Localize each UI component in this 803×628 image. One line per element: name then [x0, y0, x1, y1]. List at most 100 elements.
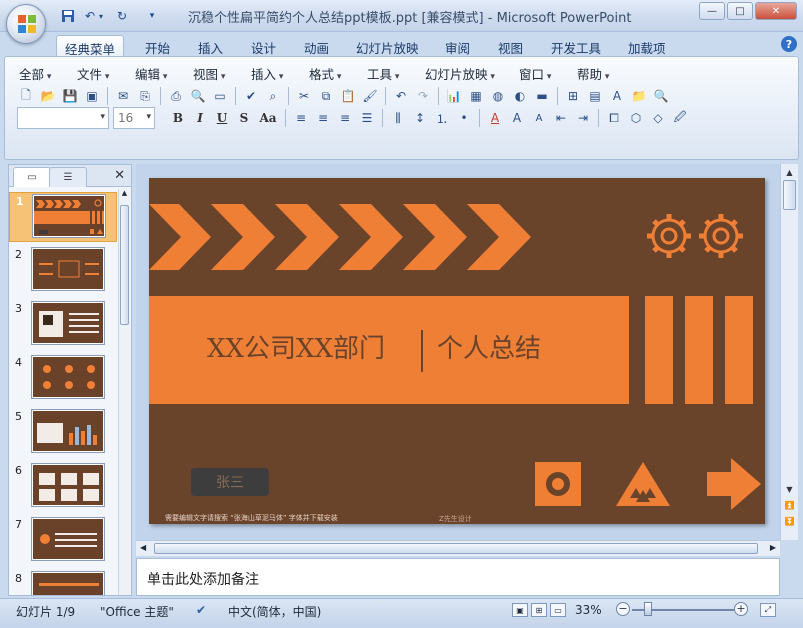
zoom-slider-handle[interactable] — [644, 602, 652, 616]
permission-icon[interactable]: ✉ — [112, 85, 134, 107]
globe-icon[interactable]: ◍ — [487, 85, 509, 107]
undo-dropdown-icon[interactable]: ▾ — [96, 6, 106, 26]
slide-thumbnail-3[interactable]: 3 — [9, 300, 117, 350]
tab-addins[interactable]: 加载项 — [620, 35, 674, 56]
tab-slides[interactable]: ▭ — [13, 167, 51, 187]
find-icon[interactable]: 🔍 — [650, 85, 672, 107]
menu-tools[interactable]: 工具 — [367, 64, 399, 83]
next-slide-icon[interactable]: ⏬ — [782, 514, 797, 528]
attach-icon[interactable]: ⎘ — [134, 85, 156, 107]
theme-name[interactable]: "Office 主题" — [100, 603, 174, 620]
paste-icon[interactable]: 📋 — [337, 85, 359, 107]
previous-slide-icon[interactable]: ⏫ — [782, 498, 797, 512]
align-right-icon[interactable]: ≡ — [334, 107, 356, 129]
format-painter-icon[interactable]: 🖌 — [359, 85, 381, 107]
help-icon[interactable]: ? — [781, 36, 797, 52]
slide-sorter-icon[interactable]: ⊞ — [531, 603, 547, 617]
italic-button[interactable]: I — [189, 107, 211, 129]
spelling-check-icon[interactable]: ✔ — [196, 603, 206, 617]
scroll-right-icon[interactable]: ▶ — [770, 543, 776, 552]
change-case-button[interactable]: Aa — [255, 107, 281, 129]
bullets-icon[interactable]: • — [453, 107, 475, 129]
slide-horizontal-scrollbar[interactable]: ◀ ▶ — [136, 540, 780, 556]
grayscale-icon[interactable]: ◐ — [509, 85, 531, 107]
new-icon[interactable]: 🗋 — [15, 85, 37, 107]
minimize-button[interactable]: — — [699, 2, 725, 20]
numbering-icon[interactable]: ⒈ — [431, 107, 453, 129]
shadow-button[interactable]: S — [233, 107, 255, 129]
tab-outline[interactable]: ☰ — [49, 167, 87, 187]
scroll-thumb[interactable] — [120, 205, 129, 325]
folder-icon[interactable]: 📁 — [628, 85, 650, 107]
color-icon[interactable]: ▬ — [531, 85, 553, 107]
scroll-up-icon[interactable]: ▲ — [119, 189, 130, 201]
decrease-indent-icon[interactable]: ⇤ — [550, 107, 572, 129]
font-color-icon[interactable]: A — [484, 107, 506, 129]
open-icon[interactable]: 📂 — [37, 85, 59, 107]
menu-file[interactable]: 文件 — [77, 64, 109, 83]
slide-thumbnail-1[interactable]: 1 — [9, 192, 117, 242]
slideshow-icon[interactable]: ▭ — [550, 603, 566, 617]
scroll-left-icon[interactable]: ◀ — [140, 543, 146, 552]
chart-icon[interactable]: 📊 — [443, 85, 465, 107]
slide-credit[interactable]: Z先生设计 — [439, 514, 472, 524]
menu-insert[interactable]: 插入 — [251, 64, 283, 83]
tab-home[interactable]: 开始 — [137, 35, 178, 56]
scroll-thumb[interactable] — [783, 180, 796, 210]
menu-all[interactable]: 全部 — [19, 64, 51, 83]
menu-slideshow[interactable]: 幻灯片放映 — [425, 64, 495, 83]
copy-icon[interactable]: ⧉ — [315, 85, 337, 107]
zoom-out-icon[interactable]: − — [616, 602, 630, 616]
menu-window[interactable]: 窗口 — [519, 64, 551, 83]
customize-qat-icon[interactable]: ▾ — [142, 6, 162, 26]
research-icon[interactable]: ⌕ — [262, 85, 284, 107]
notes-pane[interactable]: 单击此处添加备注 — [136, 558, 780, 596]
shapes-icon[interactable]: ⬡ — [625, 107, 647, 129]
presenter-name[interactable]: 张三 — [191, 468, 269, 496]
tab-insert[interactable]: 插入 — [190, 35, 231, 56]
redo-icon[interactable]: ↻ — [112, 6, 132, 26]
scroll-up-icon[interactable]: ▲ — [782, 165, 797, 179]
slide-thumbnail-5[interactable]: 5 — [9, 408, 117, 458]
maximize-button[interactable]: □ — [727, 2, 753, 20]
menu-edit[interactable]: 编辑 — [135, 64, 167, 83]
office-button[interactable] — [6, 4, 46, 44]
thumbnail-scrollbar[interactable]: ▲ — [118, 189, 130, 595]
tab-classic-menu[interactable]: 经典菜单 — [56, 35, 125, 57]
zoom-level[interactable]: 33% — [575, 603, 602, 617]
slide-title[interactable]: XX公司XX部门 — [207, 328, 385, 365]
save-icon[interactable] — [58, 6, 78, 26]
slide-thumbnail-7[interactable]: 7 — [9, 516, 117, 566]
close-pane-icon[interactable]: ✕ — [114, 168, 125, 183]
shrink-font-icon[interactable]: A — [528, 107, 550, 129]
line-spacing-icon[interactable]: ↕ — [409, 107, 431, 129]
tab-design[interactable]: 设计 — [243, 35, 284, 56]
textbox-icon[interactable]: A — [606, 85, 628, 107]
justify-icon[interactable]: ☰ — [356, 107, 378, 129]
slide-thumbnail-4[interactable]: 4 — [9, 354, 117, 404]
increase-indent-icon[interactable]: ⇥ — [572, 107, 594, 129]
slide-vertical-scrollbar[interactable]: ▲ ▼ ⏫ ⏬ — [780, 164, 798, 540]
font-name-combobox[interactable]: ▾ — [17, 107, 109, 129]
columns-icon[interactable]: ⫼ — [387, 107, 409, 129]
scroll-thumb[interactable] — [154, 543, 758, 554]
menu-help[interactable]: 帮助 — [577, 64, 609, 83]
arrange-icon[interactable]: ⧠ — [603, 107, 625, 129]
save-pdf-icon[interactable]: ▣ — [81, 85, 103, 107]
new-slide-icon[interactable]: ⊞ — [562, 85, 584, 107]
fill-icon[interactable]: 🖉 — [669, 107, 691, 129]
save-icon[interactable]: 💾 — [59, 85, 81, 107]
screen-icon[interactable]: ▭ — [209, 85, 231, 107]
redo-icon[interactable]: ↷ — [412, 85, 434, 107]
tab-slideshow[interactable]: 幻灯片放映 — [348, 35, 427, 56]
slide-canvas[interactable]: XX公司XX部门 个人总结 张三 需要编辑文字请搜索 “张海山草泥马体” 字体并… — [149, 178, 765, 524]
zoom-in-icon[interactable]: + — [734, 602, 748, 616]
tab-developer[interactable]: 开发工具 — [543, 35, 609, 56]
scroll-down-icon[interactable]: ▼ — [782, 482, 797, 496]
layout-icon[interactable]: ▤ — [584, 85, 606, 107]
table-icon[interactable]: ▦ — [465, 85, 487, 107]
align-center-icon[interactable]: ≡ — [312, 107, 334, 129]
grow-font-icon[interactable]: A — [506, 107, 528, 129]
tab-view[interactable]: 视图 — [490, 35, 531, 56]
print-icon[interactable]: ⎙ — [165, 85, 187, 107]
